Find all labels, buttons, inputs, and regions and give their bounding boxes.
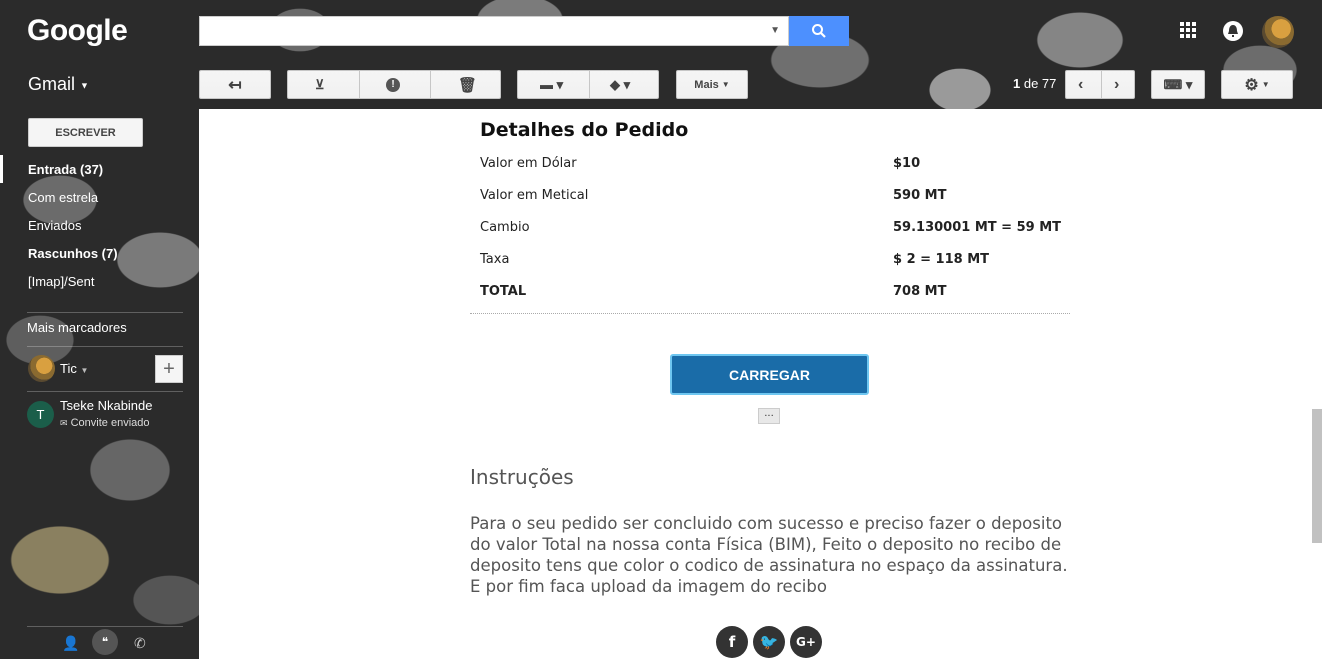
more-button-label: Mais [694,78,719,91]
gmail-label: Gmail [28,74,76,94]
instructions-title: Instruções [470,465,574,489]
more-labels-link[interactable]: Mais marcadores [27,320,127,335]
table-row: Cambio 59.130001 MT = 59 MT [480,219,1061,235]
twitter-icon[interactable]: 🐦 [753,626,785,658]
instructions-text: Para o seu pedido ser concluido com suce… [470,514,1068,596]
input-tools-button[interactable]: ⌨ ▾ [1151,70,1205,99]
search-icon [812,24,826,38]
pager-nav: ‹ › [1065,70,1135,99]
table-row: TOTAL 708 MT [480,283,947,299]
sidebar-item-starred[interactable]: Com estrela [0,183,199,211]
email-body: Detalhes do Pedido Valor em Dólar $10 Val… [470,109,1070,658]
hangouts-user[interactable]: Tic ▼ [60,361,88,376]
action-button-group: ⊻ ! 🗑 [287,70,501,99]
sidebar-divider [27,391,183,392]
hangouts-icon[interactable]: ❝ [92,629,118,655]
order-details-title: Detalhes do Pedido [480,119,689,141]
archive-icon[interactable]: ⊻ [315,77,325,93]
sidebar-item-imap-sent[interactable]: [Imap]/Sent [0,267,199,295]
table-row: Taxa $ 2 = 118 MT [480,251,990,267]
chevron-down-icon: ▼ [1261,80,1270,89]
facebook-icon[interactable]: f [716,626,748,658]
label-tag-icon[interactable]: ◆ ▾ [610,77,630,93]
divider [470,313,1070,314]
settings-button[interactable]: ⚙ ▼ [1221,70,1293,99]
move-to-folder-icon[interactable]: ▬ ▾ [540,77,563,93]
gear-icon: ⚙ [1244,76,1259,94]
order-details-table: Valor em Dólar $10 Valor em Metical 590 MT… [470,147,1070,307]
hangouts-avatar[interactable] [28,355,55,382]
contact-status: ✉ Convite enviado [60,417,150,429]
person-icon[interactable]: 👤 [62,635,79,652]
notifications-bell-icon[interactable] [1223,21,1243,41]
gmail-menu[interactable]: Gmail ▼ [28,74,89,95]
chevron-down-icon: ▼ [721,80,730,89]
more-button[interactable]: Mais ▼ [676,70,748,99]
sidebar-divider [27,312,183,313]
sidebar-item-drafts[interactable]: Rascunhos (7) [0,239,199,267]
add-contact-button[interactable]: + [155,355,183,383]
sidebar-divider [27,346,183,347]
delete-trash-icon[interactable]: 🗑 [458,76,477,94]
scrollbar[interactable] [1312,409,1322,543]
email-content: Detalhes do Pedido Valor em Dólar $10 Val… [199,109,1322,659]
show-trimmed-content-button[interactable]: ··· [758,408,780,424]
table-row: Valor em Metical 590 MT [480,187,947,203]
chevron-down-icon: ▼ [80,80,89,91]
social-links: f 🐦 G+ [716,626,822,658]
keyboard-icon: ⌨ ▾ [1163,76,1193,92]
contact-avatar[interactable]: T [27,401,54,428]
back-button[interactable]: ↤ [199,70,271,99]
upload-button[interactable]: CARREGAR [670,354,869,395]
sidebar-item-sent[interactable]: Enviados [0,211,199,239]
search-input[interactable]: ▼ [199,16,789,46]
chevron-left-icon[interactable]: ‹ [1078,76,1083,94]
compose-button[interactable]: ESCREVER [28,118,143,147]
move-label-group: ▬ ▾ ◆ ▾ [517,70,659,99]
account-avatar[interactable] [1262,16,1294,48]
chevron-down-icon: ▼ [80,366,89,375]
contact-name[interactable]: Tseke Nkabinde [60,398,153,413]
pager-count: 1 de 77 [1013,76,1057,91]
sidebar-item-inbox[interactable]: Entrada (37) [0,155,199,183]
table-row: Valor em Dólar $10 [480,155,921,171]
sidebar-nav: Entrada (37) Com estrela Enviados Rascun… [0,155,199,295]
google-logo[interactable]: Google [27,14,128,48]
chevron-right-icon[interactable]: › [1114,76,1119,94]
back-arrow-icon: ↤ [228,76,242,94]
report-spam-icon[interactable]: ! [386,77,400,92]
search-options-caret-icon[interactable]: ▼ [770,25,780,36]
google-plus-icon[interactable]: G+ [790,626,822,658]
phone-icon[interactable]: ✆ [134,635,146,652]
search-button[interactable] [789,16,849,46]
mail-icon: ✉ [60,418,68,428]
apps-grid-icon[interactable] [1179,21,1197,44]
hangouts-bottom-bar: 👤 ❝ ✆ [0,627,199,659]
